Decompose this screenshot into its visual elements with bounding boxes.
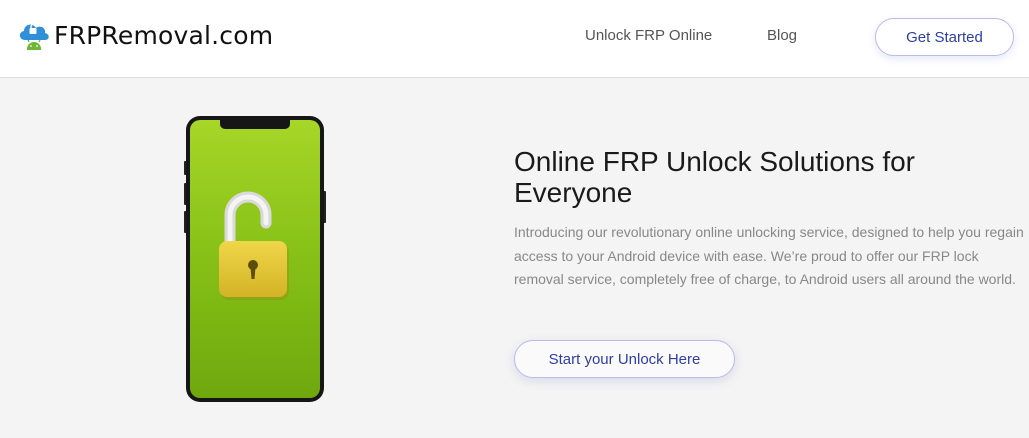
- get-started-button[interactable]: Get Started: [875, 18, 1014, 56]
- start-unlock-button[interactable]: Start your Unlock Here: [514, 340, 735, 378]
- nav-blog[interactable]: Blog: [767, 27, 797, 44]
- site-logo[interactable]: FRPRemoval.com: [16, 18, 273, 54]
- site-header: FRPRemoval.com Unlock FRP Online Blog Ge…: [0, 0, 1029, 78]
- hero-description: Introducing our revolutionary online unl…: [514, 224, 1024, 287]
- phone-unlocked-padlock-illustration: [184, 116, 326, 402]
- cloud-android-logo-icon: [19, 23, 49, 50]
- nav-unlock-frp-online[interactable]: Unlock FRP Online: [585, 27, 712, 44]
- logo-text: FRPRemoval.com: [54, 21, 274, 50]
- hero-title: Online FRP Unlock Solutions for Everyone: [514, 146, 915, 208]
